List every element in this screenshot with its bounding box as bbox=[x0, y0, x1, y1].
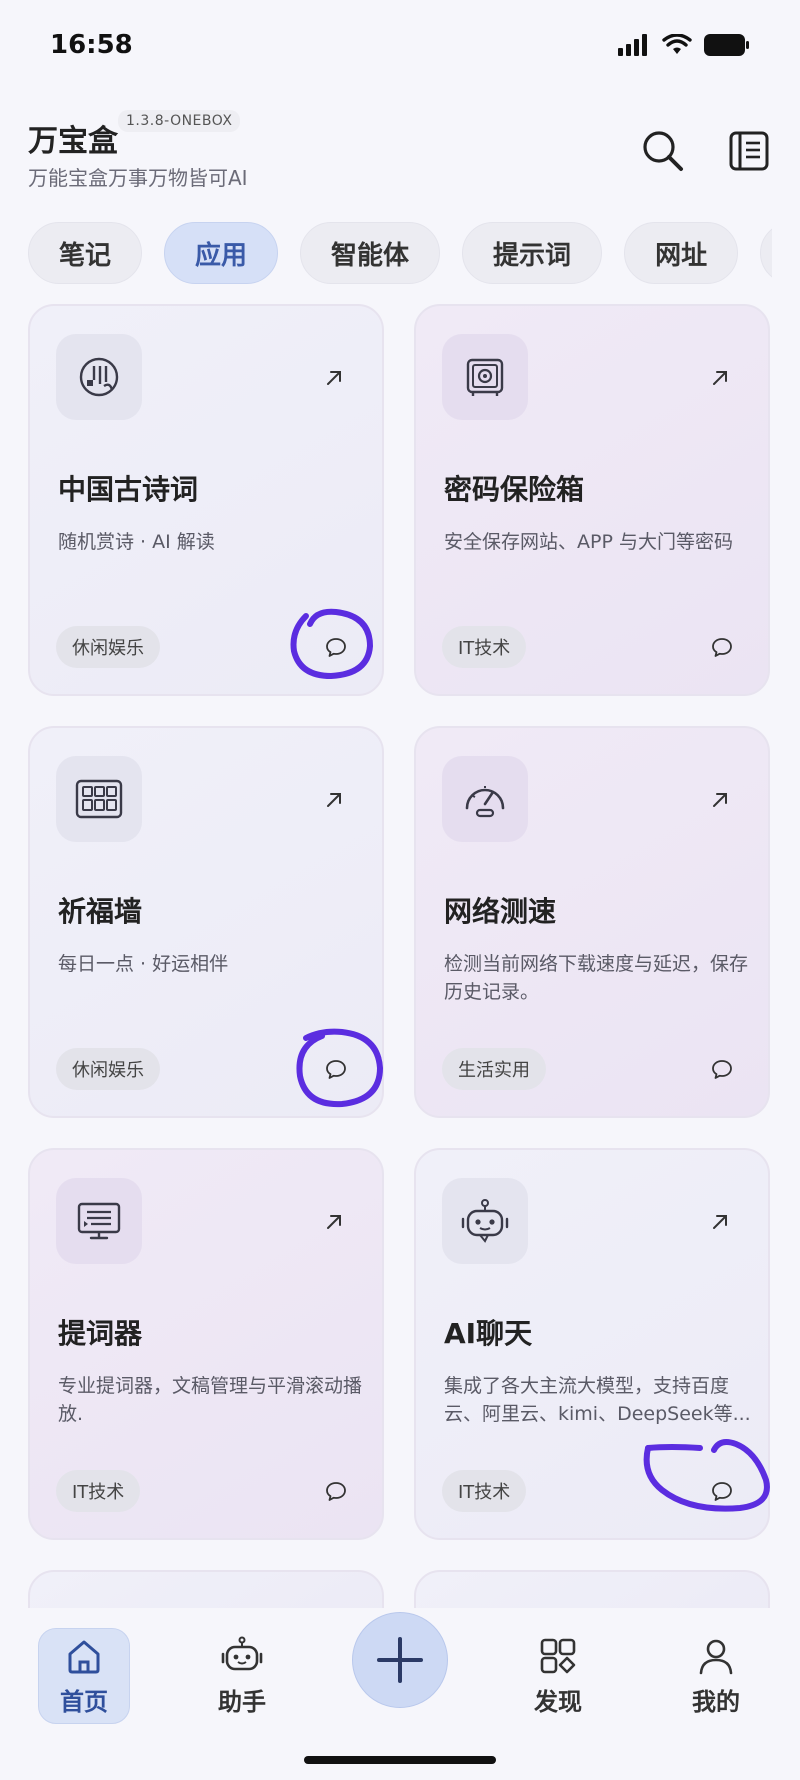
poetry-icon bbox=[56, 334, 142, 420]
robot-icon bbox=[221, 1636, 263, 1670]
card-description: 随机赏诗 · AI 解读 bbox=[58, 531, 215, 553]
tab-agents[interactable]: 智能体 bbox=[300, 222, 441, 284]
nav-label: 发现 bbox=[534, 1687, 582, 1716]
version-badge: 1.3.8-ONEBOX bbox=[118, 110, 241, 132]
category-tag: IT技术 bbox=[442, 626, 527, 668]
app-title: 万宝盒 bbox=[28, 124, 118, 159]
open-arrow-icon[interactable] bbox=[710, 790, 730, 810]
tab-label: 网址 bbox=[655, 240, 708, 271]
app-card-poetry[interactable]: 中国古诗词 随机赏诗 · AI 解读 休闲娱乐 bbox=[28, 304, 384, 696]
card-title: AI聊天 bbox=[444, 1317, 533, 1350]
tab-label: 应用 bbox=[195, 240, 248, 271]
teleprompter-icon bbox=[56, 1178, 142, 1264]
app-card-prayer-wall[interactable]: 祈福墙 每日一点 · 好运相伴 休闲娱乐 bbox=[28, 726, 384, 1118]
chat-bubble-icon[interactable] bbox=[710, 636, 734, 660]
app-card-speed-test[interactable]: 网络测速 检测当前网络下载速度与延迟，保存历史记录。 生活实用 bbox=[414, 726, 770, 1118]
nav-assistant[interactable]: 助手 bbox=[196, 1628, 288, 1724]
tab-label: 提示词 bbox=[493, 240, 572, 271]
card-title: 中国古诗词 bbox=[58, 473, 199, 506]
home-icon bbox=[68, 1640, 100, 1673]
nav-label: 首页 bbox=[60, 1687, 108, 1716]
app-subtitle: 万能宝盒万事万物皆可AI bbox=[28, 166, 248, 190]
app-card-password-vault[interactable]: 密码保险箱 安全保存网站、APP 与大门等密码 IT技术 bbox=[414, 304, 770, 696]
card-description: 检测当前网络下载速度与延迟，保存历史记录。 bbox=[444, 953, 749, 1003]
open-arrow-icon[interactable] bbox=[324, 1212, 344, 1232]
home-indicator[interactable] bbox=[304, 1756, 496, 1764]
bottom-navigation: 首页 助手 发现 我的 bbox=[0, 1608, 800, 1780]
nav-label: 我的 bbox=[692, 1687, 740, 1716]
user-icon bbox=[699, 1639, 733, 1674]
wall-icon bbox=[56, 756, 142, 842]
category-tabs: 笔记 应用 智能体 提示词 网址 ⋮ bbox=[28, 222, 772, 286]
card-description: 安全保存网站、APP 与大门等密码 bbox=[444, 531, 733, 553]
chat-bubble-icon[interactable] bbox=[710, 1058, 734, 1082]
safe-icon bbox=[442, 334, 528, 420]
tab-label: 智能体 bbox=[331, 240, 410, 271]
app-card-teleprompter[interactable]: 提词器 专业提词器，文稿管理与平滑滚动播放. IT技术 bbox=[28, 1148, 384, 1540]
chat-bubble-icon[interactable] bbox=[324, 1058, 348, 1082]
list-menu-icon[interactable] bbox=[726, 128, 772, 174]
status-time: 16:58 bbox=[50, 30, 133, 60]
category-tag: 休闲娱乐 bbox=[56, 1048, 160, 1090]
card-title: 祈福墙 bbox=[58, 895, 143, 928]
tab-label: 笔记 bbox=[59, 240, 112, 271]
grid-icon bbox=[540, 1638, 576, 1673]
cellular-signal-icon bbox=[618, 34, 647, 56]
chat-bubble-icon[interactable] bbox=[710, 1480, 734, 1504]
open-arrow-icon[interactable] bbox=[324, 790, 344, 810]
status-bar: 16:58 bbox=[0, 0, 800, 92]
nav-discover[interactable]: 发现 bbox=[512, 1628, 604, 1724]
tab-notes[interactable]: 笔记 bbox=[28, 222, 143, 284]
card-title: 密码保险箱 bbox=[444, 473, 585, 506]
category-tag: IT技术 bbox=[442, 1470, 527, 1512]
search-icon[interactable] bbox=[640, 128, 686, 174]
status-icons bbox=[618, 34, 750, 56]
tab-prompts[interactable]: 提示词 bbox=[462, 222, 603, 284]
open-arrow-icon[interactable] bbox=[710, 368, 730, 388]
nav-home[interactable]: 首页 bbox=[38, 1628, 130, 1724]
tab-urls[interactable]: 网址 bbox=[624, 222, 739, 284]
chat-bubble-icon[interactable] bbox=[324, 636, 348, 660]
wifi-icon bbox=[662, 34, 692, 54]
plus-icon bbox=[377, 1637, 423, 1683]
speedometer-icon bbox=[442, 756, 528, 842]
battery-icon bbox=[704, 34, 749, 56]
category-tag: 生活实用 bbox=[442, 1048, 546, 1090]
app-card-ai-chat[interactable]: AI聊天 集成了各大主流大模型，支持百度云、阿里云、kimi、DeepSeek等… bbox=[414, 1148, 770, 1540]
category-tag: 休闲娱乐 bbox=[56, 626, 160, 668]
open-arrow-icon[interactable] bbox=[324, 368, 344, 388]
card-description: 专业提词器，文稿管理与平滑滚动播放. bbox=[58, 1375, 363, 1425]
nav-label: 助手 bbox=[218, 1687, 266, 1716]
category-tag: IT技术 bbox=[56, 1470, 141, 1512]
card-title: 网络测速 bbox=[444, 895, 557, 928]
nav-profile[interactable]: 我的 bbox=[670, 1628, 762, 1724]
card-title: 提词器 bbox=[58, 1317, 143, 1350]
add-button[interactable] bbox=[352, 1612, 448, 1708]
card-description: 每日一点 · 好运相伴 bbox=[58, 953, 229, 975]
tab-apps[interactable]: 应用 bbox=[164, 222, 279, 284]
open-arrow-icon[interactable] bbox=[710, 1212, 730, 1232]
chat-bubble-icon[interactable] bbox=[324, 1480, 348, 1504]
tab-more[interactable]: ⋮ bbox=[760, 222, 772, 284]
robot-icon bbox=[442, 1178, 528, 1264]
card-description: 集成了各大主流大模型，支持百度云、阿里云、kimi、DeepSeek等... bbox=[444, 1375, 751, 1425]
